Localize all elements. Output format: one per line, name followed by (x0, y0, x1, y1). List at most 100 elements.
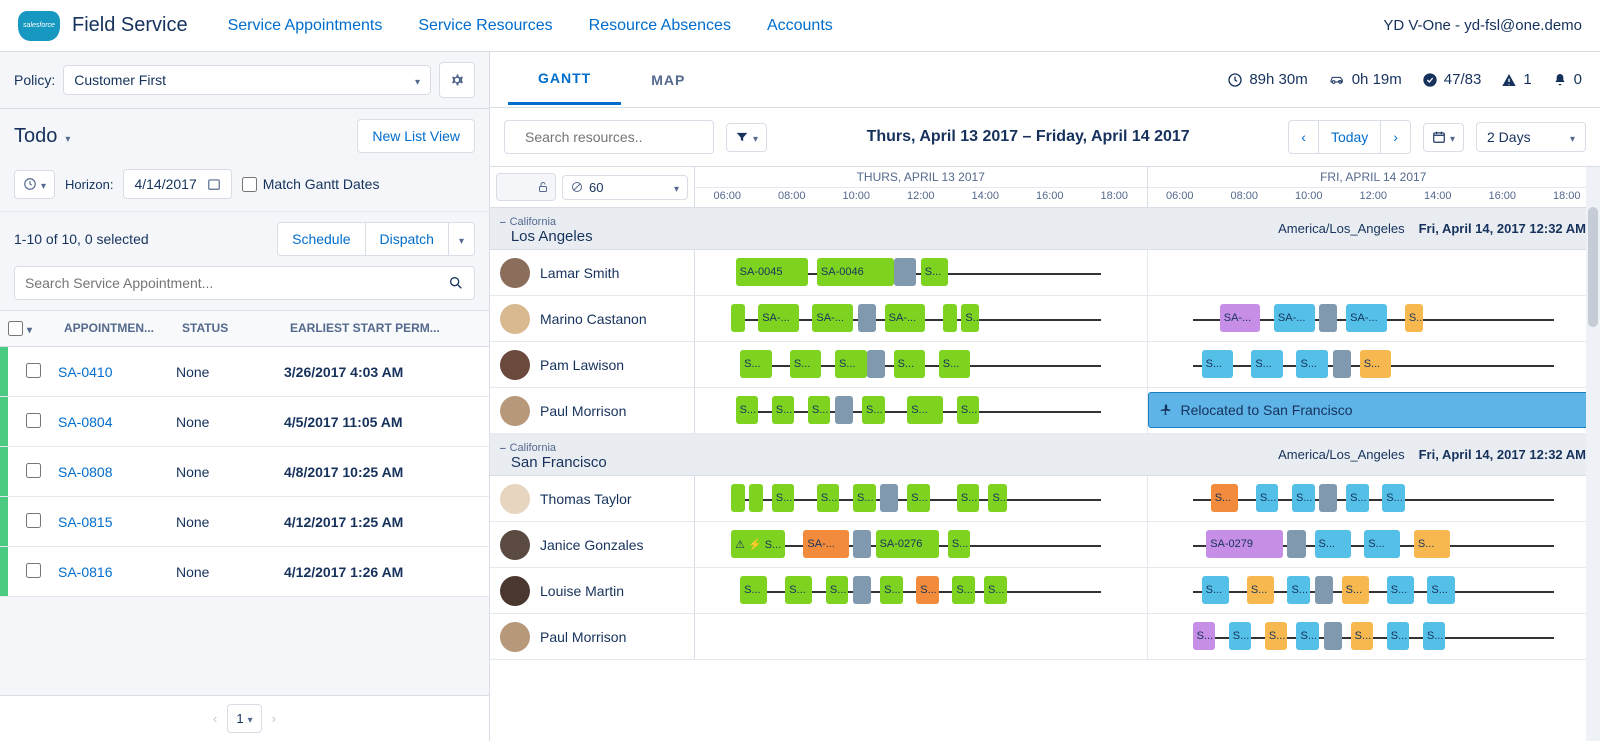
appointment-block[interactable]: S... (1296, 350, 1328, 378)
resource-cell[interactable]: Louise Martin (490, 568, 695, 613)
appointment-block[interactable] (731, 484, 745, 512)
policy-select[interactable]: Customer First (63, 65, 431, 95)
appointment-block[interactable]: S... (1423, 622, 1446, 650)
horizon-date-input[interactable]: 4/14/2017 (123, 169, 231, 199)
row-appt-id[interactable]: SA-0816 (58, 564, 176, 580)
appointment-block[interactable]: SA-... (885, 304, 926, 332)
appointment-block[interactable]: SA-... (1346, 304, 1387, 332)
resource-cell[interactable]: Marino Castanon (490, 296, 695, 341)
row-appt-id[interactable]: SA-0410 (58, 364, 176, 380)
row-checkbox[interactable] (26, 513, 41, 528)
appointment-block[interactable] (1315, 576, 1333, 604)
appointment-block[interactable]: S... (1292, 484, 1315, 512)
resource-cell[interactable]: Paul Morrison (490, 388, 695, 433)
appointment-block[interactable] (880, 484, 898, 512)
appointment-block[interactable]: S... (1387, 576, 1414, 604)
appointment-block[interactable]: S... (1256, 484, 1279, 512)
table-row[interactable]: SA-0816 None 4/12/2017 1:26 AM (0, 547, 489, 597)
dispatch-button[interactable]: Dispatch (365, 222, 449, 256)
nav-service-appointments[interactable]: Service Appointments (228, 17, 383, 35)
appointment-block[interactable] (1287, 530, 1305, 558)
appointment-block[interactable]: SA-... (1220, 304, 1261, 332)
appointment-block[interactable]: S... (952, 576, 975, 604)
schedule-button[interactable]: Schedule (277, 222, 365, 256)
resource-cell[interactable]: Janice Gonzales (490, 522, 695, 567)
appointment-block[interactable]: S... (907, 484, 930, 512)
appointment-block[interactable] (835, 396, 853, 424)
appointment-block[interactable]: SA-0279 (1206, 530, 1283, 558)
row-checkbox[interactable] (26, 413, 41, 428)
nav-service-resources[interactable]: Service Resources (418, 17, 552, 35)
appointment-block[interactable] (1333, 350, 1351, 378)
appointment-block[interactable]: S... (1342, 576, 1369, 604)
resource-cell[interactable]: Paul Morrison (490, 614, 695, 659)
next-day-button[interactable]: › (1380, 120, 1411, 154)
appointment-block[interactable]: SA-0045 (736, 258, 808, 286)
nav-resource-absences[interactable]: Resource Absences (589, 17, 731, 35)
pager-page[interactable]: 1 (227, 704, 261, 733)
appointment-block[interactable]: SA-0276 (876, 530, 939, 558)
table-row[interactable]: SA-0804 None 4/5/2017 11:05 AM (0, 397, 489, 447)
search-resources-input[interactable] (525, 129, 706, 145)
appointment-block[interactable]: S... (772, 396, 795, 424)
appointment-block[interactable]: S... (736, 396, 759, 424)
appointment-block[interactable] (1319, 304, 1337, 332)
filter-button[interactable] (726, 123, 767, 152)
col-earliest-start[interactable]: EARLIEST START PERM... (284, 311, 489, 346)
appointment-block[interactable]: S... (1414, 530, 1450, 558)
appointment-block[interactable]: S... (961, 304, 979, 332)
settings-button[interactable] (439, 62, 475, 98)
appointment-block[interactable]: S... (921, 258, 948, 286)
appointment-block[interactable] (731, 304, 745, 332)
appointment-block[interactable]: SA-... (758, 304, 799, 332)
appointment-block[interactable]: S... (862, 396, 885, 424)
appointment-block[interactable]: S... (1202, 350, 1234, 378)
match-gantt-checkbox[interactable] (242, 177, 257, 192)
appointment-block[interactable]: S... (939, 350, 971, 378)
pager-prev[interactable]: ‹ (213, 711, 217, 726)
new-list-view-button[interactable]: New List View (357, 119, 475, 153)
table-row[interactable]: SA-0808 None 4/8/2017 10:25 AM (0, 447, 489, 497)
appointment-block[interactable]: S... (853, 484, 876, 512)
appointment-block[interactable]: ⚠ ⚡ S... (731, 530, 785, 558)
appointment-block[interactable]: S... (1202, 576, 1229, 604)
view-range-select[interactable]: 2 Days (1476, 122, 1586, 152)
resource-cell[interactable]: Pam Lawison (490, 342, 695, 387)
table-row[interactable]: SA-0815 None 4/12/2017 1:25 AM (0, 497, 489, 547)
appointment-block[interactable]: S... (948, 530, 971, 558)
appointment-block[interactable]: S... (740, 350, 772, 378)
appointment-block[interactable]: S... (1211, 484, 1238, 512)
appointment-block[interactable] (853, 530, 871, 558)
appointment-block[interactable] (894, 258, 917, 286)
appointment-block[interactable]: S... (1346, 484, 1369, 512)
appointment-block[interactable]: S... (957, 484, 980, 512)
appointment-block[interactable]: S... (1229, 622, 1252, 650)
pager-next[interactable]: › (272, 711, 276, 726)
appointment-block[interactable] (858, 304, 876, 332)
appointment-block[interactable]: S... (790, 350, 822, 378)
appointment-block[interactable]: S... (1382, 484, 1405, 512)
appointment-block[interactable]: S... (808, 396, 831, 424)
today-button[interactable]: Today (1318, 120, 1381, 154)
appointment-block[interactable]: S... (1405, 304, 1423, 332)
appointment-block[interactable]: S... (1360, 350, 1392, 378)
appointment-block[interactable]: S... (1427, 576, 1454, 604)
appointment-block[interactable] (853, 576, 871, 604)
calendar-picker[interactable] (1423, 123, 1464, 152)
appointment-block[interactable]: S... (772, 484, 795, 512)
appointment-block[interactable]: S... (1364, 530, 1400, 558)
appointment-block[interactable]: SA-... (812, 304, 853, 332)
relocated-banner[interactable]: Relocated to San Francisco (1148, 392, 1596, 428)
territory-header[interactable]: –California Los Angeles America/Los_Ange… (490, 208, 1600, 250)
appointment-block[interactable]: S... (1265, 622, 1288, 650)
appointment-block[interactable]: S... (984, 576, 1007, 604)
appointment-block[interactable]: S... (740, 576, 767, 604)
row-checkbox[interactable] (26, 363, 41, 378)
appointment-block[interactable]: S... (785, 576, 812, 604)
appointment-block[interactable]: SA-0046 (817, 258, 894, 286)
row-checkbox[interactable] (26, 463, 41, 478)
appointment-block[interactable]: S... (817, 484, 840, 512)
appointment-block[interactable]: S... (1247, 576, 1274, 604)
appointment-block[interactable]: SA-... (803, 530, 848, 558)
search-appointment[interactable] (14, 266, 475, 300)
